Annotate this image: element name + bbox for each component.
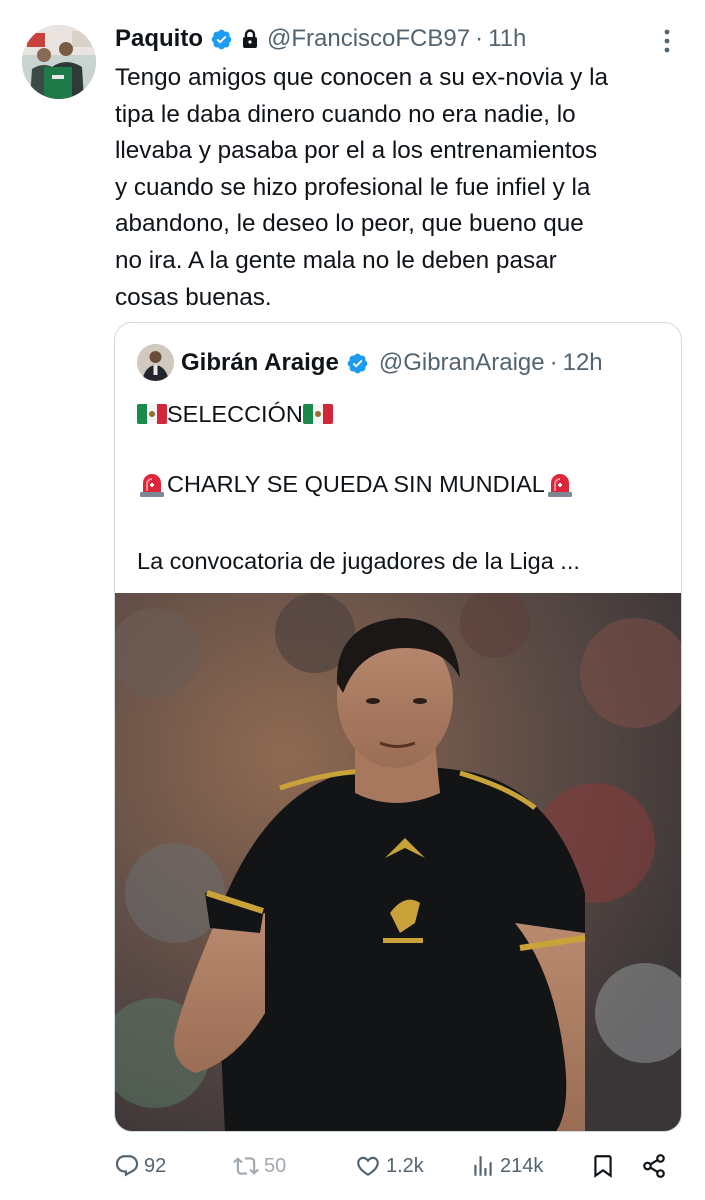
like-button[interactable]: 1.2k — [354, 1146, 424, 1186]
quote-text-line: La convocatoria de jugadores de la Liga … — [137, 548, 580, 574]
mexico-flag-icon — [137, 404, 167, 424]
like-count: 1.2k — [386, 1154, 424, 1177]
tweet-actions: 92 50 1.2k 214k — [0, 1146, 705, 1186]
bookmark-button[interactable] — [590, 1146, 616, 1186]
views-count: 214k — [500, 1154, 544, 1177]
siren-icon — [547, 474, 572, 497]
quote-author-avatar[interactable] — [137, 344, 174, 381]
tweet-header: Paquito @FranciscoFCB97 · 11h — [115, 22, 526, 56]
avatar-image — [22, 25, 96, 99]
quote-author-display-name[interactable]: Gibrán Araige — [181, 349, 339, 377]
like-icon — [357, 1156, 379, 1176]
tweet-text-line: tipa le daba dinero cuando no era nadie,… — [115, 100, 576, 128]
reply-count: 92 — [144, 1154, 167, 1177]
quote-avatar-image — [137, 344, 174, 381]
mexico-flag-icon — [302, 404, 333, 424]
quote-text-line: SELECCIÓN — [137, 398, 333, 430]
tweet-text-line: abandono, le deseo lo peor, que bueno qu… — [115, 210, 584, 238]
quote-media-photo[interactable] — [115, 593, 681, 1131]
views-icon — [474, 1156, 492, 1176]
bookmark-icon — [594, 1155, 612, 1178]
tweet-text-line: y cuando se hizo profesional le fue infi… — [115, 173, 591, 201]
quote-title: SELECCIÓN — [167, 401, 303, 427]
author-display-name[interactable]: Paquito — [115, 25, 203, 53]
repost-button[interactable]: 50 — [232, 1146, 286, 1186]
share-button[interactable] — [641, 1146, 667, 1186]
lock-icon — [243, 29, 257, 48]
quote-header-separator: · — [549, 349, 558, 376]
author-handle[interactable]: @FranciscoFCB97 — [267, 25, 470, 53]
repost-icon — [233, 1157, 259, 1175]
quoted-tweet[interactable]: Gibrán Araige @GibranAraige · 12h SELECC… — [114, 322, 682, 1132]
header-separator: · — [475, 25, 484, 52]
tweet-text-line: no ira. A la gente mala no le deben pasa… — [115, 246, 557, 274]
player-photo — [115, 593, 681, 1131]
more-icon[interactable] — [656, 26, 678, 56]
quote-headline: CHARLY SE QUEDA SIN MUNDIAL — [167, 471, 545, 497]
tweet[interactable]: Paquito @FranciscoFCB97 · 11h Tengo amig… — [0, 0, 705, 1200]
tweet-text: Tengo amigos que conocen a su ex-novia y… — [115, 60, 690, 316]
quote-time[interactable]: 12h — [563, 349, 603, 377]
tweet-text-line: llevaba y pasaba por el a los entrenamie… — [115, 137, 598, 165]
reply-icon — [115, 1155, 139, 1177]
quote-text-line: CHARLY SE QUEDA SIN MUNDIAL — [137, 468, 575, 500]
quote-header: Gibrán Araige @GibranAraige · 12h — [181, 345, 603, 381]
tweet-text-line: Tengo amigos que conocen a su ex-novia y… — [115, 64, 608, 91]
verified-badge-icon[interactable] — [346, 352, 369, 375]
views-button[interactable]: 214k — [470, 1146, 543, 1186]
tweet-text-line: cosas buenas. — [115, 283, 272, 311]
author-avatar[interactable] — [22, 25, 96, 99]
repost-count: 50 — [264, 1154, 287, 1177]
reply-button[interactable]: 92 — [114, 1146, 166, 1186]
quote-author-handle[interactable]: @GibranAraige — [379, 349, 545, 377]
tweet-time[interactable]: 11h — [488, 25, 526, 53]
siren-icon — [140, 474, 164, 497]
share-icon — [643, 1154, 665, 1178]
verified-badge-icon[interactable] — [210, 28, 233, 51]
